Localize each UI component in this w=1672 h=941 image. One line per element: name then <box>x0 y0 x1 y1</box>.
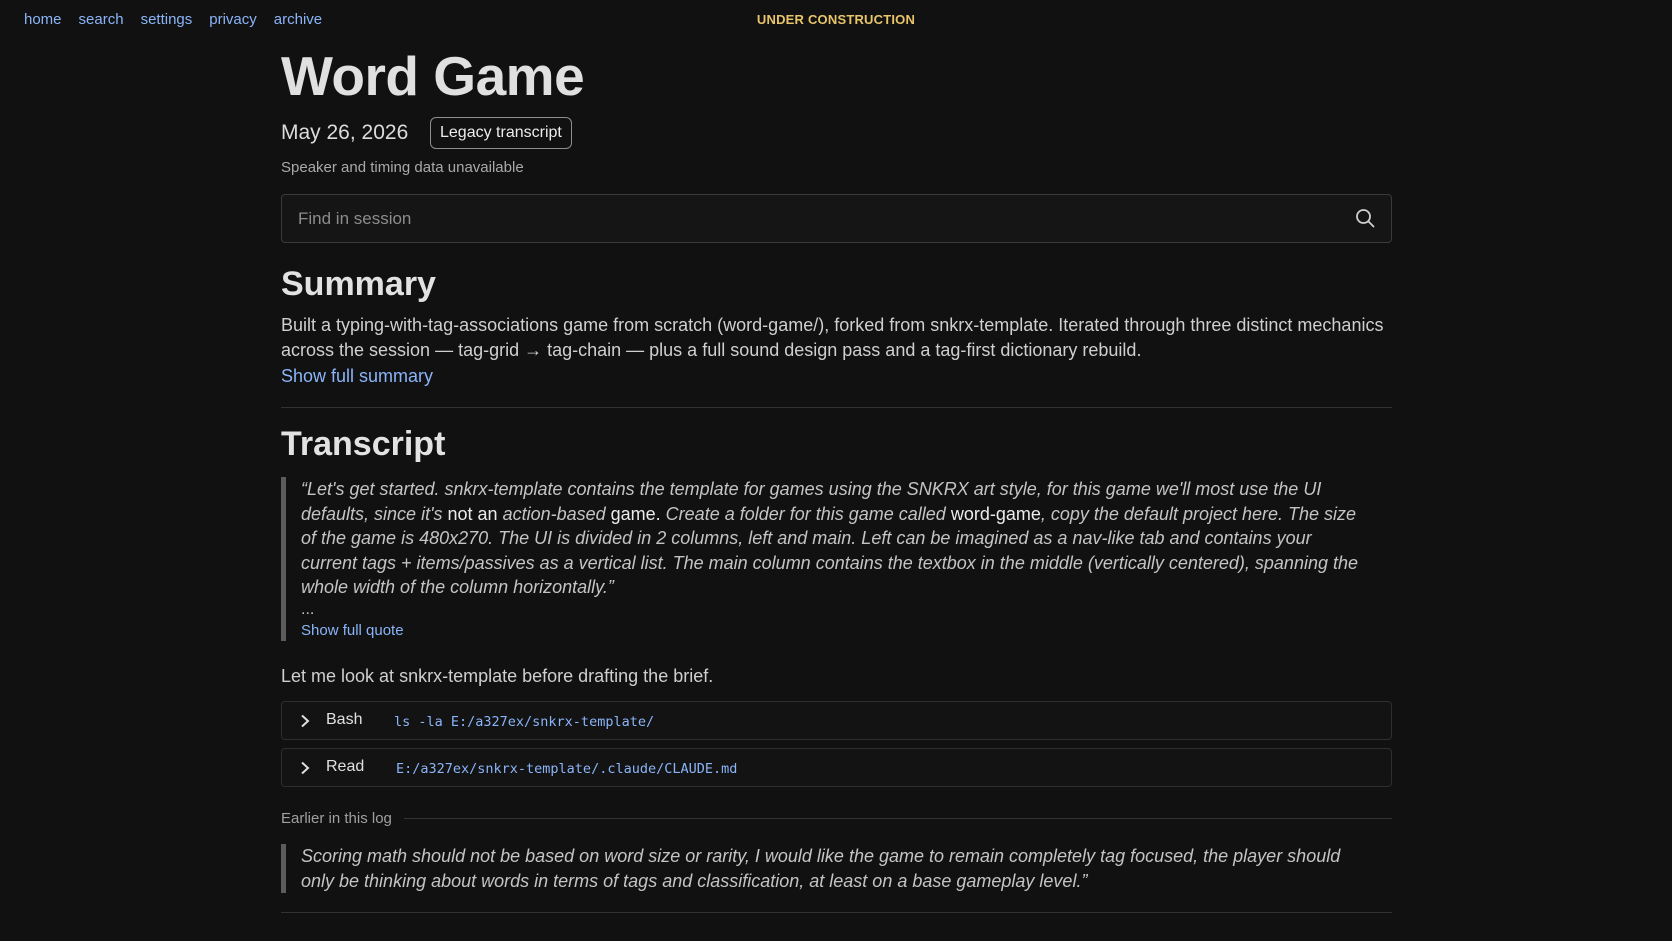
section-divider <box>281 912 1392 913</box>
summary-text: Built a typing-with-tag-associations gam… <box>281 315 1384 360</box>
user-quote: “Let's get started. snkrx-template conta… <box>281 477 1392 641</box>
legacy-transcript-badge: Legacy transcript <box>430 117 572 149</box>
find-in-session-input[interactable] <box>296 195 1340 242</box>
tool-command: ls -la E:/a327ex/snkrx-template/ <box>394 714 655 730</box>
earlier-quote: Scoring math should not be based on word… <box>281 844 1392 893</box>
earlier-in-log-separator: Earlier in this log <box>281 810 1392 827</box>
section-divider <box>281 407 1392 408</box>
page-title: Word Game <box>281 45 585 107</box>
tool-call-bash[interactable]: Bash ls -la E:/a327ex/snkrx-template/ <box>281 701 1392 740</box>
find-in-session-box <box>281 194 1392 243</box>
separator-line <box>403 818 1392 819</box>
session-date: May 26, 2026 <box>281 121 409 144</box>
chevron-right-icon <box>301 714 310 728</box>
under-construction-banner: UNDER CONSTRUCTION <box>756 12 916 27</box>
tool-name: Read <box>326 758 365 775</box>
summary-heading: Summary <box>281 265 436 303</box>
quote-ellipsis: ... <box>301 600 315 618</box>
tool-call-read[interactable]: Read E:/a327ex/snkrx-template/.claude/CL… <box>281 748 1392 787</box>
quote-text: “Let's get started. snkrx-template conta… <box>301 479 1358 597</box>
earlier-label: Earlier in this log <box>281 810 392 827</box>
tool-command: E:/a327ex/snkrx-template/.claude/CLAUDE.… <box>396 761 738 777</box>
transcript-heading: Transcript <box>281 425 446 463</box>
show-full-summary-link[interactable]: Show full summary <box>281 366 433 387</box>
assistant-reply: Let me look at snkrx-template before dra… <box>281 666 714 686</box>
search-icon[interactable] <box>1355 208 1375 228</box>
session-meta-note: Speaker and timing data unavailable <box>281 159 524 176</box>
show-full-quote-link[interactable]: Show full quote <box>301 620 1392 641</box>
earlier-quote-text: Scoring math should not be based on word… <box>301 846 1341 891</box>
chevron-right-icon <box>301 761 310 775</box>
tool-name: Bash <box>326 711 363 728</box>
